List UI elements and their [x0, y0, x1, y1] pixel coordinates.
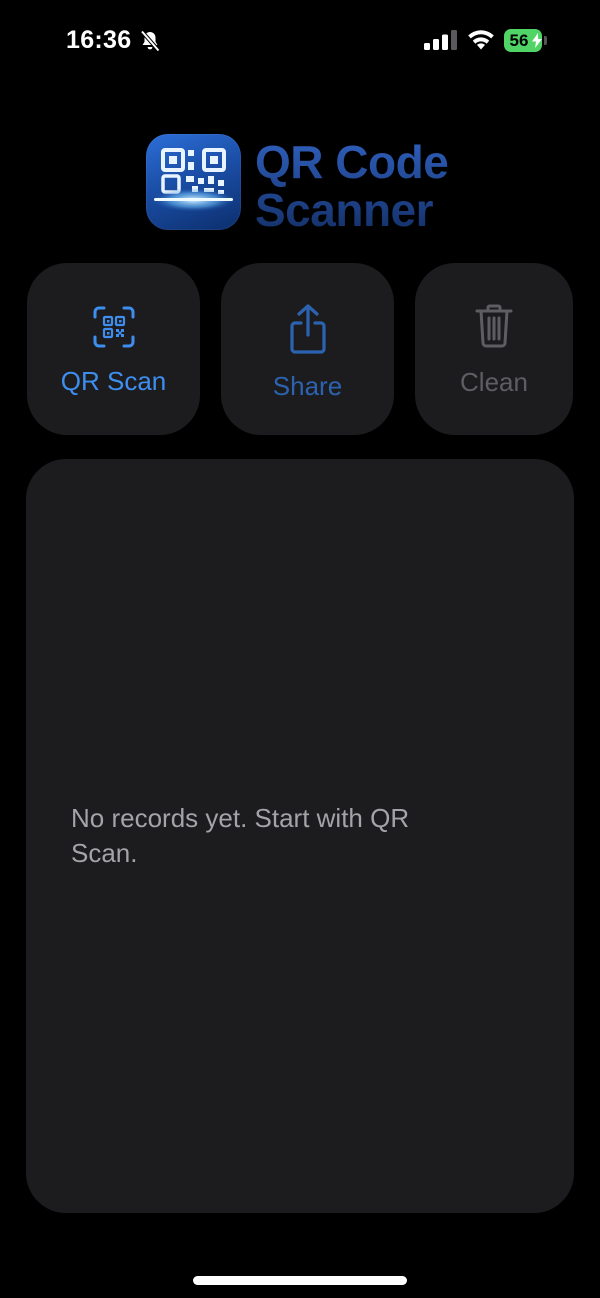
- status-time: 16:36: [66, 26, 132, 54]
- app-title-line-2: Scanner: [255, 184, 434, 236]
- app-title-line-1: QR Code: [255, 136, 449, 188]
- qr-code-scanner-app-icon: [146, 134, 241, 230]
- clean-button[interactable]: Clean: [415, 263, 573, 435]
- cellular-signal-icon: [424, 30, 457, 50]
- charging-bolt-icon: [532, 33, 542, 48]
- battery-level: 56: [509, 30, 529, 50]
- records-panel: No records yet. Start with QR Scan.: [26, 459, 574, 1213]
- home-indicator[interactable]: [193, 1276, 407, 1285]
- qr-scan-label: QR Scan: [60, 366, 167, 396]
- bell-slash-icon: [140, 30, 160, 52]
- qr-scan-button[interactable]: QR Scan: [27, 263, 200, 435]
- battery-indicator: 56: [504, 29, 548, 52]
- trash-icon: [475, 304, 513, 348]
- share-button[interactable]: Share: [221, 263, 394, 435]
- share-label: Share: [272, 371, 343, 401]
- status-bar: 16:36 56: [0, 0, 600, 84]
- app-title: QR Code Scanner: [255, 138, 495, 234]
- qr-scan-icon: [93, 306, 134, 348]
- empty-records-message: No records yet. Start with QR Scan.: [71, 803, 410, 868]
- clean-label: Clean: [460, 367, 528, 397]
- share-icon: [289, 304, 326, 354]
- wifi-icon: [468, 30, 494, 50]
